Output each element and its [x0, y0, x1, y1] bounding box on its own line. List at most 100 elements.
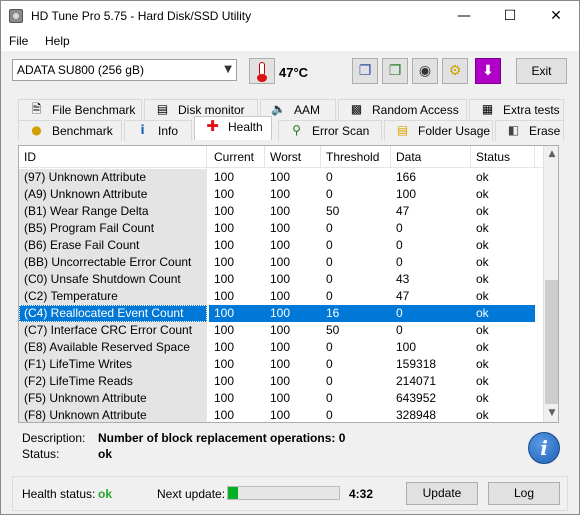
table-row[interactable]: (F1) LifeTime Writes 100 100 0 159318 ok — [19, 356, 543, 373]
status-label: Status: — [22, 447, 60, 461]
tab-file-benchmark[interactable]: 🗎 File Benchmark — [18, 99, 142, 120]
scroll-up-icon[interactable]: ▲ — [544, 146, 558, 163]
column-header-id[interactable]: ID — [19, 146, 207, 168]
scroll-down-icon[interactable]: ▼ — [544, 405, 558, 422]
cell-status: ok — [476, 170, 489, 184]
cell-current: 100 — [214, 357, 235, 371]
cell-id: (B6) Erase Fail Count — [19, 237, 207, 254]
table-header: ID Current Worst Threshold Data Status — [19, 146, 543, 168]
cell-id: (97) Unknown Attribute — [19, 169, 207, 186]
progress-fill — [228, 487, 238, 499]
next-update-label: Next update: — [157, 487, 226, 501]
table-row[interactable]: (B1) Wear Range Delta 100 100 50 47 ok — [19, 203, 543, 220]
column-header-current[interactable]: Current — [209, 146, 265, 168]
temperature-button[interactable] — [249, 58, 275, 84]
menu-file[interactable]: File — [9, 34, 28, 48]
cell-status: ok — [476, 204, 489, 218]
cell-worst: 100 — [270, 255, 291, 269]
health-cross-icon: ✚ — [206, 117, 219, 135]
log-button[interactable]: Log — [488, 482, 560, 505]
table-row[interactable]: (A9) Unknown Attribute 100 100 0 100 ok — [19, 186, 543, 203]
scroll-thumb[interactable] — [545, 280, 558, 404]
info-icon: i — [140, 123, 145, 137]
save-button[interactable]: ⬇ — [475, 58, 501, 84]
table-scrollbar[interactable]: ▲ ▼ — [543, 146, 558, 422]
title-bar: HD Tune Pro 5.75 - Hard Disk/SSD Utility… — [1, 1, 579, 31]
cell-current: 100 — [214, 255, 235, 269]
cell-status: ok — [476, 272, 489, 286]
tab-info[interactable]: i Info — [124, 120, 192, 141]
cell-threshold: 0 — [326, 238, 333, 252]
magnifier-icon: ⚲ — [292, 123, 301, 137]
table-row[interactable]: (C0) Unsafe Shutdown Count 100 100 0 43 ok — [19, 271, 543, 288]
maximize-icon[interactable]: ☐ — [487, 1, 533, 31]
tab-extra-tests[interactable]: ▦ Extra tests — [469, 99, 564, 120]
tab-label: Extra tests — [503, 103, 560, 117]
exit-button[interactable]: Exit — [516, 58, 567, 84]
cell-status: ok — [471, 305, 535, 322]
table-row[interactable]: (C2) Temperature 100 100 0 47 ok — [19, 288, 543, 305]
tab-label: Benchmark — [52, 124, 113, 138]
tab-error-scan[interactable]: ⚲ Error Scan — [278, 120, 382, 141]
cell-status: ok — [476, 323, 489, 337]
column-header-threshold[interactable]: Threshold — [321, 146, 391, 168]
cell-current: 100 — [214, 289, 235, 303]
screenshot-button[interactable]: ◉ — [412, 58, 438, 84]
table-row[interactable]: (F2) LifeTime Reads 100 100 0 214071 ok — [19, 373, 543, 390]
cell-threshold: 50 — [326, 204, 340, 218]
tab-erase[interactable]: ◧ Erase — [495, 120, 564, 141]
cell-current: 100 — [214, 374, 235, 388]
file-benchmark-icon: 🗎 — [31, 102, 42, 116]
tab-folder-usage[interactable]: ▤ Folder Usage — [384, 120, 493, 141]
cell-threshold: 0 — [326, 255, 333, 269]
column-header-worst[interactable]: Worst — [265, 146, 321, 168]
close-icon[interactable]: ✕ — [533, 1, 579, 31]
column-header-data[interactable]: Data — [391, 146, 471, 168]
tab-label: Folder Usage — [418, 124, 491, 138]
tab-strip: 🗎 File Benchmark ▤ Disk monitor 🔈 AAM ▩ … — [1, 95, 579, 141]
tab-health[interactable]: ✚ Health — [194, 116, 272, 140]
table-row[interactable]: (B5) Program Fail Count 100 100 0 0 ok — [19, 220, 543, 237]
cell-threshold: 0 — [326, 170, 333, 184]
minimize-icon[interactable]: — — [441, 1, 487, 31]
table-row[interactable]: (97) Unknown Attribute 100 100 0 166 ok — [19, 169, 543, 186]
cell-id: (C4) Reallocated Event Count — [19, 305, 207, 322]
cell-threshold: 0 — [326, 374, 333, 388]
copy-screenshot-button[interactable]: ❐ — [382, 58, 408, 84]
table-row[interactable]: (B6) Erase Fail Count 100 100 0 0 ok — [19, 237, 543, 254]
table-row[interactable]: (F5) Unknown Attribute 100 100 0 643952 ok — [19, 390, 543, 407]
drive-select[interactable]: ADATA SU800 (256 gB) ▼ — [12, 59, 237, 81]
cell-threshold: 16 — [321, 305, 391, 322]
table-row[interactable]: (F8) Unknown Attribute 100 100 0 328948 ok — [19, 407, 543, 422]
smart-table[interactable]: ID Current Worst Threshold Data Status (… — [18, 145, 559, 423]
chevron-down-icon: ▼ — [224, 64, 232, 75]
cell-worst: 100 — [270, 391, 291, 405]
tab-random-access[interactable]: ▩ Random Access — [338, 99, 467, 120]
cell-data: 0 — [396, 238, 403, 252]
cell-current: 100 — [214, 238, 235, 252]
cell-current: 100 — [214, 187, 235, 201]
table-row[interactable]: (C7) Interface CRC Error Count 100 100 50 0 o… — [19, 322, 543, 339]
table-row[interactable]: (BB) Uncorrectable Error Count 100 100 0 0 ok — [19, 254, 543, 271]
copy-text-button[interactable]: ❐ — [352, 58, 378, 84]
cell-worst: 100 — [270, 357, 291, 371]
table-row[interactable]: (E8) Available Reserved Space 100 100 0 100 o… — [19, 339, 543, 356]
cell-current: 100 — [214, 204, 235, 218]
cell-id: (B1) Wear Range Delta — [19, 203, 207, 220]
tab-label: Random Access — [372, 103, 459, 117]
info-icon[interactable]: i — [528, 432, 560, 464]
options-button[interactable]: ⚙ — [442, 58, 468, 84]
tab-benchmark[interactable]: ● Benchmark — [18, 120, 122, 141]
options-icon: ⚙ — [448, 63, 462, 79]
health-status-label: Health status: — [22, 487, 96, 501]
cell-worst: 100 — [270, 272, 291, 286]
update-button[interactable]: Update — [406, 482, 478, 505]
cell-status: ok — [476, 187, 489, 201]
cell-id: (F8) Unknown Attribute — [19, 407, 207, 422]
cell-worst: 100 — [270, 221, 291, 235]
menu-help[interactable]: Help — [45, 34, 70, 48]
column-header-status[interactable]: Status — [471, 146, 535, 168]
health-status-value: ok — [98, 487, 113, 501]
table-row-selected[interactable]: (C4) Reallocated Event Count 100 100 16 0 ok — [19, 305, 543, 322]
cell-data: 0 — [396, 323, 403, 337]
